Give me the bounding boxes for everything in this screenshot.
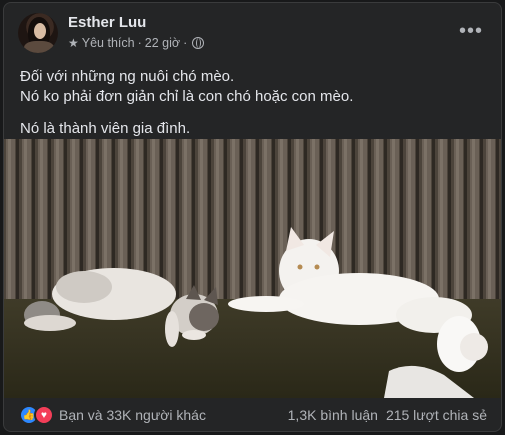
audience-label[interactable]: Yêu thích bbox=[82, 36, 135, 50]
post-time[interactable]: 22 giờ bbox=[145, 36, 180, 50]
author-avatar[interactable] bbox=[18, 13, 58, 53]
avatar-body bbox=[24, 41, 54, 53]
post-card: Esther Luu ★ Yêu thích · 22 giờ · ••• Đố… bbox=[3, 2, 502, 432]
post-stats: 1,3K bình luận 215 lượt chia sẻ bbox=[288, 407, 487, 423]
comments-count[interactable]: 1,3K bình luận bbox=[288, 407, 378, 423]
post-footer: 👍 ♥ Bạn và 33K người khác 1,3K bình luận… bbox=[4, 399, 501, 431]
more-options-button[interactable]: ••• bbox=[457, 19, 485, 42]
globe-icon[interactable] bbox=[192, 37, 205, 49]
author-name[interactable]: Esther Luu bbox=[68, 14, 146, 31]
meta-separator: · bbox=[183, 36, 188, 50]
more-horizontal-icon: ••• bbox=[458, 19, 483, 42]
avatar-face bbox=[34, 23, 46, 39]
post-text-line: Nó là thành viên gia đình. bbox=[20, 120, 191, 137]
post-photo[interactable] bbox=[4, 139, 501, 398]
shares-count[interactable]: 215 lượt chia sẻ bbox=[386, 407, 487, 423]
post-text-line: Đối với những ng nuôi chó mèo. bbox=[20, 68, 235, 85]
meta-separator: · bbox=[137, 36, 142, 50]
post-text: Đối với những ng nuôi chó mèo. Nó ko phả… bbox=[20, 67, 490, 139]
cats-photo bbox=[4, 139, 501, 398]
post-header: Esther Luu ★ Yêu thích · 22 giờ · ••• bbox=[4, 3, 501, 61]
post-meta: ★ Yêu thích · 22 giờ · bbox=[68, 36, 205, 50]
love-reaction-icon: ♥ bbox=[34, 405, 54, 425]
star-icon: ★ bbox=[68, 36, 79, 50]
reactions-count[interactable]: Bạn và 33K người khác bbox=[59, 407, 206, 423]
reaction-summary[interactable]: 👍 ♥ Bạn và 33K người khác bbox=[19, 405, 206, 425]
post-text-line: Nó ko phải đơn giản chỉ là con chó hoặc … bbox=[20, 88, 354, 105]
